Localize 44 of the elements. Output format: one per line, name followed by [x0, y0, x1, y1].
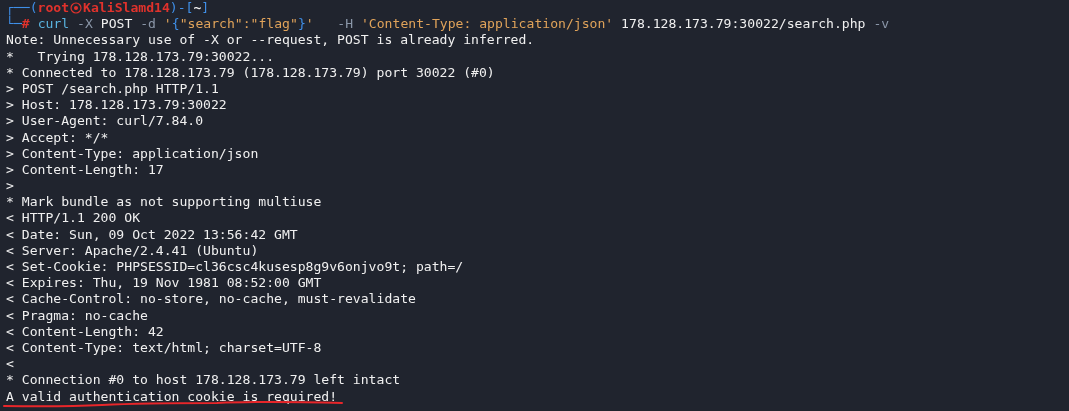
output-line: * Connected to 178.128.173.79 (178.128.173.79) port 30022 (#0) [6, 64, 495, 81]
command-token: POST [99, 16, 133, 33]
output-line: < Date: Sun, 09 Oct 2022 13:56:42 GMT [6, 226, 298, 243]
command-token: -d [139, 16, 156, 33]
command-token: { [171, 16, 180, 33]
command-token: -v [872, 16, 890, 33]
command-token: 'Content-Type: application/json' [359, 16, 614, 33]
prompt-frame: )-[ [169, 0, 194, 17]
command-token: 178.128.173.79:30022/search.php [620, 16, 866, 33]
output-line: < HTTP/1.1 200 OK [6, 210, 140, 227]
command-token: } [297, 16, 306, 33]
output-line: < Content-Length: 42 [6, 323, 164, 340]
prompt-host: KaliSlamd14 [83, 0, 170, 17]
output-line: * Trying 178.128.173.79:30022... [6, 48, 275, 65]
output-line: < Content-Type: text/html; charset=UTF-8 [6, 339, 322, 357]
prompt-frame: ] [201, 0, 210, 17]
output-line: < Server: Apache/2.4.41 (Ubuntu) [6, 242, 259, 259]
command-token: ' [162, 16, 172, 33]
prompt-frame: └─ [6, 16, 22, 33]
at-symbol-icon [70, 2, 83, 15]
prompt-directory: ~ [193, 0, 202, 17]
output-line: > [6, 178, 14, 195]
output-line: < Expires: Thu, 19 Nov 1981 08:52:00 GMT [6, 275, 322, 292]
command-token: ' [305, 16, 314, 33]
output-line: * Connection #0 to host 178.128.173.79 left intact [6, 372, 401, 389]
prompt-symbol: # [21, 16, 30, 33]
prompt-user: root [37, 0, 70, 17]
output-line: > Accept: */* [6, 129, 109, 146]
command-token: curl [37, 16, 70, 33]
output-line: > Content-Type: application/json [6, 145, 259, 162]
output-line: > Content-Length: 17 [6, 161, 164, 179]
output-line: > User-Agent: curl/7.84.0 [6, 113, 204, 130]
output-line: > Host: 178.128.173.79:30022 [6, 97, 227, 114]
output-line: > POST /search.php HTTP/1.1 [6, 80, 219, 98]
command-token: "search":"flag" [179, 16, 298, 33]
command-token: -H [336, 16, 354, 33]
output-line: < [6, 356, 14, 373]
output-line: * Mark bundle as not supporting multiuse [6, 194, 322, 211]
command-token: -X [76, 16, 93, 33]
output-line: < Cache-Control: no-store, no-cache, must-revalidate [6, 291, 416, 308]
output-line: < Set-Cookie: PHPSESSID=cl36csc4kusesp8g9v6onjvo9t; path=/ [6, 259, 464, 276]
output-line: < Pragma: no-cache [6, 307, 148, 324]
output-line: A valid authentication cookie is required! [6, 388, 338, 405]
output-line: Note: Unnecessary use of -X or --request, POST is already inferred. [6, 32, 535, 49]
